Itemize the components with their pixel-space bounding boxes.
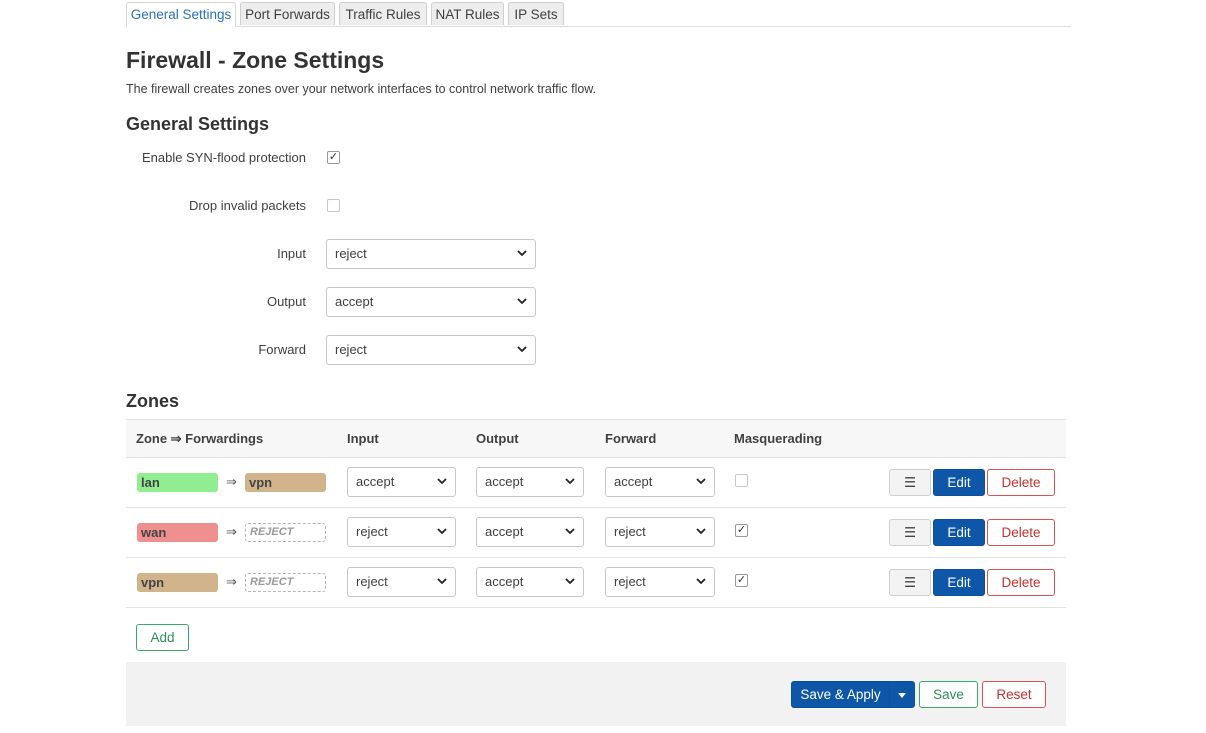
tab-bar: General Settings Port Forwards Traffic R…	[126, 2, 1071, 27]
zone-target-reject: REJECT	[245, 523, 326, 542]
edit-button[interactable]: Edit	[933, 519, 985, 546]
forward-arrow-icon: ⇒	[226, 474, 237, 489]
row-menu-button[interactable]: ☰	[889, 569, 931, 596]
column-input: Input	[347, 431, 379, 446]
zone-output-select[interactable]: accept	[476, 467, 584, 497]
column-masquerading: Masquerading	[734, 431, 823, 446]
input-policy-select[interactable]: reject	[326, 239, 536, 269]
zone-badge-lan: lan	[137, 473, 218, 492]
tab-nat-rules[interactable]: NAT Rules	[431, 2, 504, 25]
checkmark-icon: ✓	[736, 524, 747, 536]
forward-policy-label: Forward	[258, 342, 306, 357]
zone-output-select[interactable]: accept	[476, 517, 584, 547]
zones-table-header: Zone ⇒ Forwardings Input Output Forward …	[126, 419, 1066, 458]
page-description: The firewall creates zones over your net…	[126, 82, 597, 96]
zone-target-badge: vpn	[245, 473, 326, 492]
drop-invalid-checkbox[interactable]	[327, 199, 340, 212]
chevron-down-icon	[565, 478, 575, 485]
checkmark-icon: ✓	[736, 574, 747, 586]
delete-button[interactable]: Delete	[987, 469, 1055, 496]
zone-output-value: accept	[485, 474, 524, 489]
row-menu-button[interactable]: ☰	[889, 519, 931, 546]
zone-forward-select[interactable]: accept	[605, 467, 715, 497]
zone-forward-select[interactable]: reject	[605, 517, 715, 547]
action-bar: Save & Apply Save Reset	[126, 662, 1066, 726]
edit-button[interactable]: Edit	[933, 469, 985, 496]
zone-output-select[interactable]: accept	[476, 567, 584, 597]
chevron-down-icon	[696, 478, 706, 485]
page-title: Firewall - Zone Settings	[126, 47, 385, 73]
zone-input-value: accept	[356, 474, 395, 489]
tab-ip-sets[interactable]: IP Sets	[508, 2, 564, 25]
chevron-down-icon	[565, 528, 575, 535]
column-zone: Zone ⇒ Forwardings	[136, 431, 264, 446]
masquerading-checkbox[interactable]: ✓	[735, 574, 748, 587]
zone-forward-value: reject	[614, 524, 646, 539]
save-apply-button[interactable]: Save & Apply	[791, 681, 890, 708]
chevron-down-icon	[437, 478, 447, 485]
output-policy-label: Output	[266, 294, 306, 309]
column-forward: Forward	[605, 431, 657, 446]
chevron-down-icon	[437, 528, 447, 535]
zone-output-value: accept	[485, 524, 524, 539]
general-settings-heading: General Settings	[126, 114, 270, 134]
zone-output-value: accept	[485, 574, 524, 589]
delete-button[interactable]: Delete	[987, 569, 1055, 596]
zone-input-select[interactable]: reject	[347, 567, 456, 597]
chevron-down-icon	[517, 346, 527, 353]
masquerading-checkbox[interactable]: ✓	[735, 524, 748, 537]
syn-flood-label: Enable SYN-flood protection	[141, 150, 306, 165]
zone-forward-value: reject	[614, 574, 646, 589]
add-zone-button[interactable]: Add	[136, 624, 189, 651]
chevron-down-icon	[437, 578, 447, 585]
forward-policy-value: reject	[335, 342, 367, 357]
forward-arrow-icon: ⇒	[226, 574, 237, 589]
output-policy-value: accept	[335, 294, 374, 309]
output-policy-select[interactable]: accept	[326, 287, 536, 317]
tab-general-settings[interactable]: General Settings	[126, 2, 236, 27]
syn-flood-checkbox[interactable]: ✓	[327, 151, 340, 164]
reset-button[interactable]: Reset	[982, 681, 1046, 708]
zone-input-value: reject	[356, 524, 388, 539]
chevron-down-icon	[696, 528, 706, 535]
chevron-down-icon	[517, 298, 527, 305]
table-row: vpn ⇒ REJECT reject accept reject ✓ ☰ Ed…	[126, 557, 1066, 608]
chevron-down-icon	[517, 250, 527, 257]
zone-input-select[interactable]: reject	[347, 517, 456, 547]
zone-badge-vpn: vpn	[137, 573, 218, 592]
chevron-down-icon	[565, 578, 575, 585]
zone-badge-wan: wan	[137, 523, 218, 542]
zone-forward-value: accept	[614, 474, 653, 489]
menu-icon: ☰	[903, 475, 917, 490]
save-apply-dropdown[interactable]	[889, 681, 915, 708]
forward-arrow-icon: ⇒	[226, 524, 237, 539]
column-output: Output	[476, 431, 519, 446]
input-policy-label: Input	[277, 246, 306, 261]
table-row: lan ⇒ vpn accept accept accept ☰ Edit De…	[126, 457, 1066, 508]
zone-target-reject: REJECT	[245, 573, 326, 592]
forward-policy-select[interactable]: reject	[326, 335, 536, 365]
masquerading-checkbox[interactable]	[735, 474, 748, 487]
tab-traffic-rules[interactable]: Traffic Rules	[339, 2, 427, 25]
menu-icon: ☰	[903, 575, 917, 590]
checkmark-icon: ✓	[328, 151, 339, 163]
zones-heading: Zones	[126, 391, 180, 411]
save-button[interactable]: Save	[919, 681, 978, 708]
tab-port-forwards[interactable]: Port Forwards	[240, 2, 335, 25]
drop-invalid-label: Drop invalid packets	[188, 198, 306, 213]
caret-down-icon	[898, 692, 906, 698]
zone-input-select[interactable]: accept	[347, 467, 456, 497]
zone-input-value: reject	[356, 574, 388, 589]
chevron-down-icon	[696, 578, 706, 585]
row-menu-button[interactable]: ☰	[889, 469, 931, 496]
table-row: wan ⇒ REJECT reject accept reject ✓ ☰ Ed…	[126, 507, 1066, 558]
menu-icon: ☰	[903, 525, 917, 540]
edit-button[interactable]: Edit	[933, 569, 985, 596]
input-policy-value: reject	[335, 246, 367, 261]
zone-forward-select[interactable]: reject	[605, 567, 715, 597]
delete-button[interactable]: Delete	[987, 519, 1055, 546]
